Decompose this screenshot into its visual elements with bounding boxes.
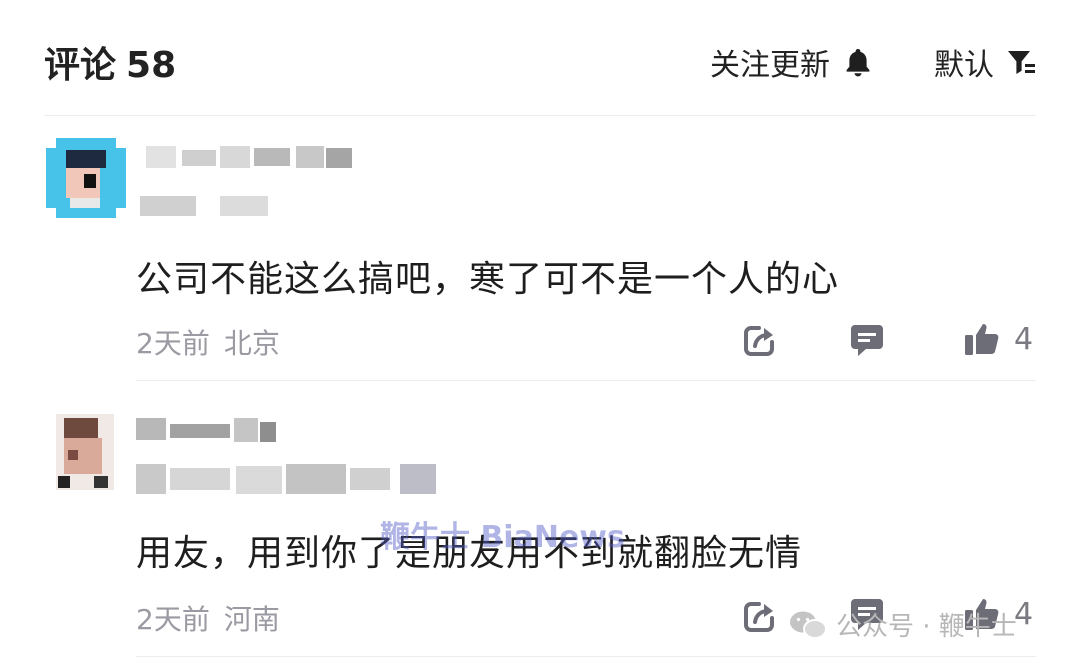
comment-time: 2天前 (136, 327, 210, 360)
comments-header: 评论 58 关注更新 默认 (0, 0, 1080, 116)
sort-default-button[interactable]: 默认 (934, 40, 1036, 84)
like-count: 4 (1014, 596, 1034, 632)
comment-icon (851, 325, 883, 356)
follow-updates-label: 关注更新 (710, 48, 830, 83)
wechat-brand-watermark: 公众号 · 鞭牛士 (788, 606, 1017, 643)
follow-updates-button[interactable]: 关注更新 (710, 40, 872, 84)
share-button[interactable] (742, 322, 778, 358)
avatar[interactable] (46, 138, 126, 218)
comments-count: 58 (126, 45, 177, 86)
brand-label: 公众号 · 鞭牛士 (836, 612, 1017, 642)
comments-title: 评论 58 (44, 36, 176, 88)
sort-label: 默认 (934, 48, 994, 83)
share-icon (744, 326, 774, 356)
comment-divider (136, 380, 1036, 381)
like-button[interactable]: 4 (964, 321, 1033, 357)
like-count: 4 (1014, 321, 1034, 357)
filter-icon (1008, 51, 1035, 74)
comment-text: 公司不能这么搞吧，寒了可不是一个人的心 (136, 259, 840, 300)
comment-meta: 2天前 河南 (136, 598, 280, 638)
thumbs-up-icon (965, 324, 999, 355)
comment-divider (136, 656, 1036, 657)
header-divider (44, 115, 1036, 116)
comments-title-label: 评论 (44, 45, 117, 86)
share-button[interactable] (742, 598, 778, 634)
reply-button[interactable] (849, 322, 885, 358)
share-icon (744, 602, 774, 632)
comment-location: 北京 (223, 327, 280, 360)
avatar[interactable] (56, 414, 114, 490)
comment-location: 河南 (223, 603, 280, 636)
wechat-icon (790, 611, 827, 639)
comment-meta: 2天前 北京 (136, 322, 280, 362)
bell-icon (846, 49, 870, 77)
comment-time: 2天前 (136, 603, 210, 636)
watermark-text: 鞭牛士 BiaNews (380, 520, 625, 555)
